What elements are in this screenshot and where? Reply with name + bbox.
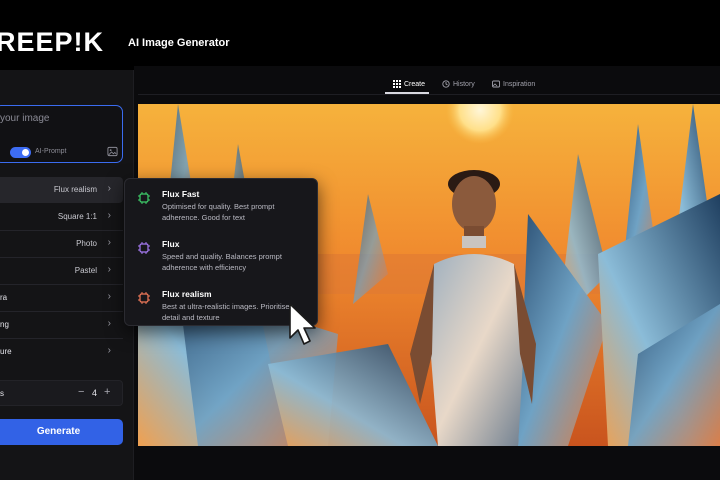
app-title: AI Image Generator (128, 37, 230, 49)
tab-history-label: History (453, 80, 475, 88)
divider (138, 94, 720, 95)
model-select[interactable]: Flux realism › (0, 177, 123, 203)
image-upload-icon[interactable] (107, 146, 118, 157)
color-value: Pastel (74, 266, 97, 275)
model-value: Flux realism (53, 185, 97, 194)
top-bar: REEP!K AI Image Generator (0, 0, 720, 66)
image-count-label: s (0, 389, 4, 398)
style-select[interactable]: Photo › (0, 231, 123, 257)
camera-label: ra (0, 293, 8, 302)
chevron-right-icon: › (107, 237, 111, 248)
chevron-right-icon: › (107, 291, 111, 302)
tab-inspiration-label: Inspiration (503, 80, 536, 88)
tab-create-label: Create (404, 80, 426, 88)
tab-create[interactable]: Create (393, 80, 425, 88)
generate-button[interactable]: Generate (0, 419, 123, 445)
model-option-description: Optimised for quality. Best prompt adher… (162, 202, 275, 222)
image-count-value: 4 (92, 388, 98, 398)
image-icon (492, 80, 500, 88)
model-option-flux[interactable]: Flux Speed and quality. Balances prompt … (125, 231, 319, 277)
chevron-right-icon: › (107, 183, 111, 194)
chevron-right-icon: › (107, 345, 111, 356)
prompt-placeholder: your image (0, 113, 50, 124)
structure-select[interactable]: ure › (0, 339, 123, 365)
model-option-name: Flux Fast (162, 189, 200, 199)
chip-icon (138, 242, 150, 254)
color-select[interactable]: Pastel › (0, 258, 123, 284)
grid-icon (393, 80, 401, 88)
mouse-cursor-icon (289, 303, 316, 345)
chip-icon (138, 292, 150, 304)
camera-select[interactable]: ra › (0, 285, 123, 311)
aspect-ratio-select[interactable]: Square 1:1 › (0, 204, 123, 230)
chevron-right-icon: › (107, 318, 111, 329)
ai-prompt-label: AI-Prompt (35, 148, 67, 155)
model-option-name: Flux realism (162, 289, 212, 299)
decrement-button[interactable]: − (78, 386, 84, 398)
image-count-stepper: s − 4 + (0, 380, 123, 406)
freepik-logo[interactable]: REEP!K (0, 27, 104, 57)
aspect-ratio-value: Square 1:1 (57, 212, 97, 221)
ai-prompt-toggle[interactable] (10, 147, 31, 158)
lighting-label: ng (0, 320, 9, 329)
history-icon (442, 80, 450, 88)
chevron-right-icon: › (107, 264, 111, 275)
lighting-select[interactable]: ng › (0, 312, 123, 338)
tab-history[interactable]: History (442, 80, 475, 88)
style-value: Photo (76, 239, 97, 248)
model-option-name: Flux (162, 239, 180, 249)
model-option-description: Speed and quality. Balances prompt adher… (162, 252, 282, 272)
chip-icon (138, 192, 150, 204)
chevron-right-icon: › (107, 210, 111, 221)
structure-label: ure (0, 347, 12, 356)
model-option-flux-fast[interactable]: Flux Fast Optimised for quality. Best pr… (125, 181, 319, 227)
increment-button[interactable]: + (104, 386, 110, 398)
tab-inspiration[interactable]: Inspiration (492, 80, 535, 88)
